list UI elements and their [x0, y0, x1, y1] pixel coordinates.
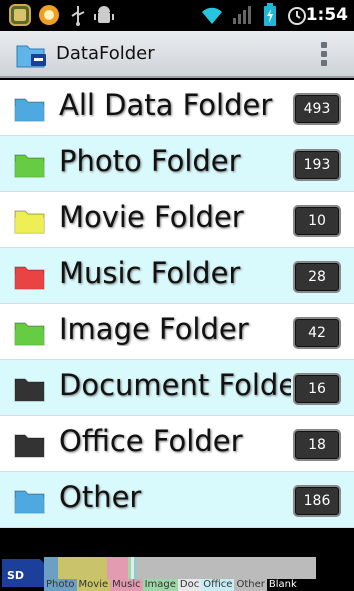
folder-count-badge: 18	[293, 429, 341, 461]
legend-label: Blank	[266, 579, 299, 591]
folder-label: Image Folder	[59, 312, 249, 346]
sd-card-icon: SD	[0, 555, 46, 589]
folder-icon	[14, 486, 46, 514]
app-title: DataFolder	[56, 43, 155, 64]
folder-count-badge: 28	[293, 261, 341, 293]
android-debug-icon	[92, 3, 116, 27]
legend-label: Movie	[76, 579, 111, 591]
folder-list: All Data Folder 493 Photo Folder 193 Movie F…	[0, 80, 354, 528]
folder-label: Document Folder	[59, 368, 291, 402]
folder-row[interactable]: Movie Folder 10	[0, 192, 354, 248]
folder-row[interactable]: Image Folder 42	[0, 304, 354, 360]
signal-icon	[229, 3, 253, 27]
folder-count-badge: 193	[293, 149, 341, 181]
legend-label: Image	[142, 579, 178, 591]
folder-row[interactable]: Photo Folder 193	[0, 136, 354, 192]
legend-label: Office	[201, 579, 235, 591]
status-bar: 1:54	[0, 0, 354, 31]
legend-label: Music	[110, 579, 143, 591]
folder-count-badge: 10	[293, 205, 341, 237]
folder-count-badge: 493	[293, 93, 341, 125]
app-header: DataFolder	[0, 31, 354, 78]
usb-icon	[66, 3, 90, 27]
folder-icon	[14, 374, 46, 402]
storage-segment	[136, 557, 316, 579]
firefox-icon	[37, 3, 61, 27]
folder-label: All Data Folder	[59, 88, 273, 122]
folder-icon	[14, 430, 46, 458]
folder-label: Office Folder	[59, 424, 243, 458]
folder-icon	[14, 94, 46, 122]
folder-label: Music Folder	[59, 256, 241, 290]
storage-segment	[44, 557, 58, 579]
folder-label: Other	[59, 480, 142, 514]
folder-row[interactable]: Music Folder 28	[0, 248, 354, 304]
storage-legend: Photo Movie Music Image Doc Office Other Blank	[44, 579, 299, 591]
storage-segment	[57, 557, 107, 579]
folder-row[interactable]: Document Folder 16	[0, 360, 354, 416]
folder-icon	[14, 262, 46, 290]
folder-row[interactable]: Other 186	[0, 472, 354, 528]
legend-label: Other	[234, 579, 267, 591]
svg-text:SD: SD	[7, 569, 24, 582]
folder-label: Photo Folder	[59, 144, 241, 178]
folder-sd-icon	[16, 40, 48, 70]
folder-label: Movie Folder	[59, 200, 244, 234]
folder-count-badge: 16	[293, 373, 341, 405]
folder-count-badge: 186	[293, 485, 341, 517]
folder-icon	[14, 206, 46, 234]
battery-charging-icon	[258, 3, 282, 27]
status-clock: 1:54	[305, 5, 348, 25]
app-icon	[8, 3, 32, 27]
storage-segment	[106, 557, 129, 579]
legend-label: Photo	[44, 579, 77, 591]
folder-row[interactable]: All Data Folder 493	[0, 80, 354, 136]
folder-row[interactable]: Office Folder 18	[0, 416, 354, 472]
folder-icon	[14, 150, 46, 178]
wifi-icon	[199, 3, 223, 27]
folder-icon	[14, 318, 46, 346]
legend-label: Doc	[177, 579, 202, 591]
folder-count-badge: 42	[293, 317, 341, 349]
storage-usage-bar: SD Photo Movie Music Image Doc Office Other Bla…	[0, 553, 354, 591]
overflow-menu-icon[interactable]	[320, 42, 328, 66]
storage-segments	[44, 557, 316, 579]
